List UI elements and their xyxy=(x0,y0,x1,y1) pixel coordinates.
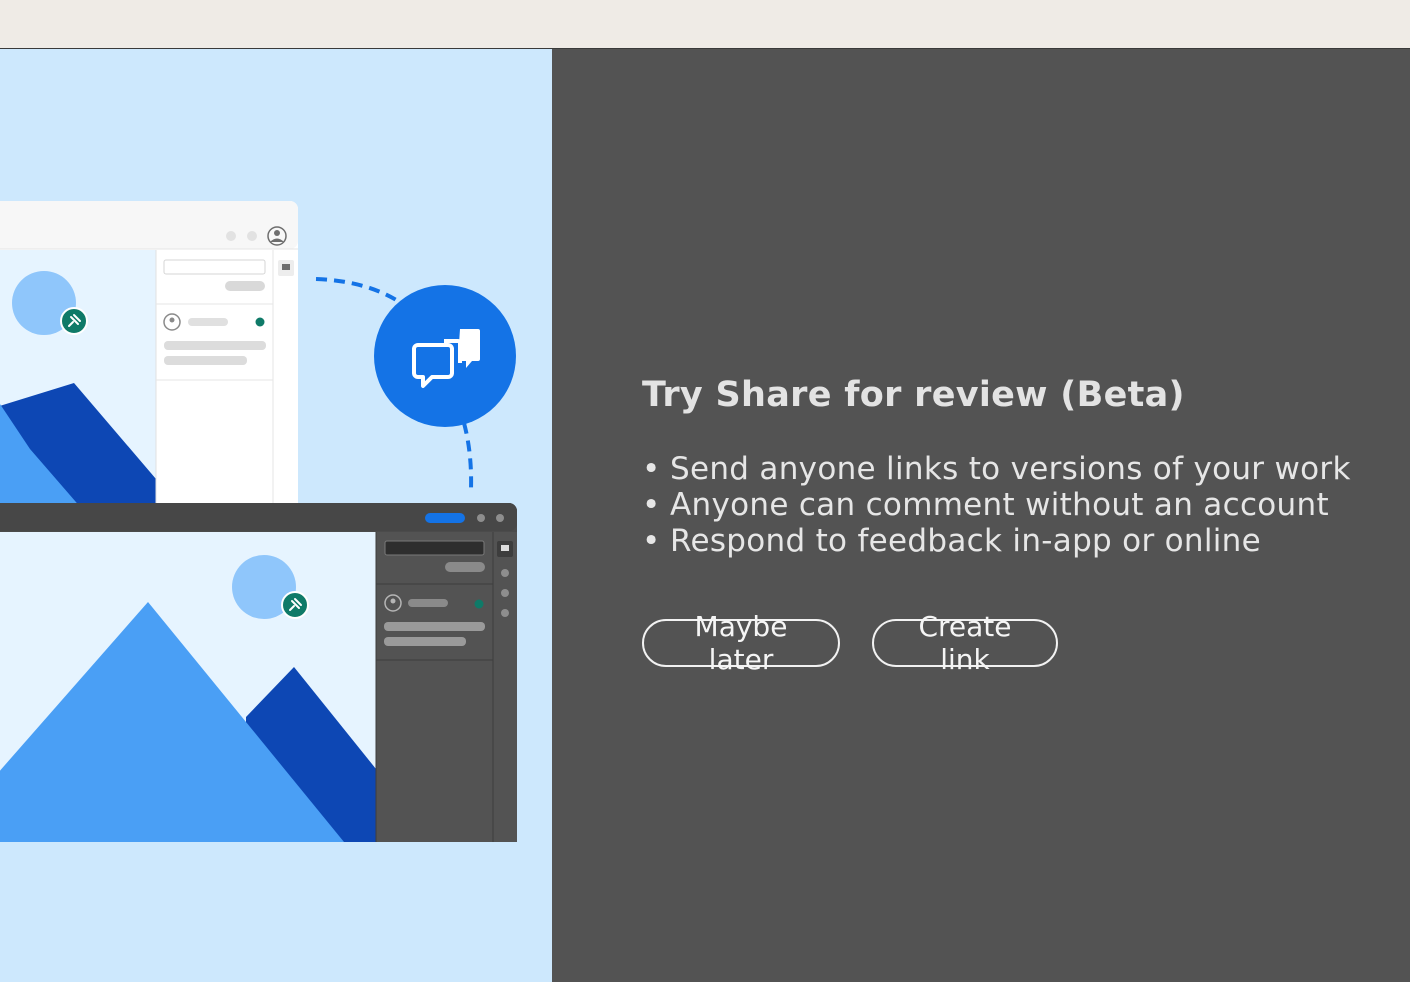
dark-app-window xyxy=(0,503,517,842)
share-for-review-illustration xyxy=(0,49,552,982)
pin-icon xyxy=(60,307,88,335)
share-for-review-panel: Try Share for review (Beta) • Send anyone… xyxy=(552,49,1410,982)
create-link-button[interactable]: Create link xyxy=(872,610,1058,676)
light-app-window xyxy=(0,201,298,539)
feature-list: • Send anyone links to versions of your w… xyxy=(642,451,1351,559)
feature-text: Anyone can comment without an account xyxy=(670,487,1329,523)
maybe-later-button[interactable]: Maybe later xyxy=(642,610,840,676)
comment-bubbles-icon xyxy=(374,285,516,427)
window-top-bar xyxy=(0,0,1410,49)
feature-item: • Respond to feedback in-app or online xyxy=(642,523,1262,559)
dialog-title: Try Share for review (Beta) xyxy=(642,375,1185,415)
feature-text: Respond to feedback in-app or online xyxy=(670,523,1262,559)
feature-item: • Anyone can comment without an account xyxy=(642,487,1329,523)
comment-icon xyxy=(278,260,294,276)
pin-icon xyxy=(281,591,309,619)
feature-item: • Send anyone links to versions of your w… xyxy=(642,451,1351,487)
feature-text: Send anyone links to versions of your wo… xyxy=(670,451,1351,487)
